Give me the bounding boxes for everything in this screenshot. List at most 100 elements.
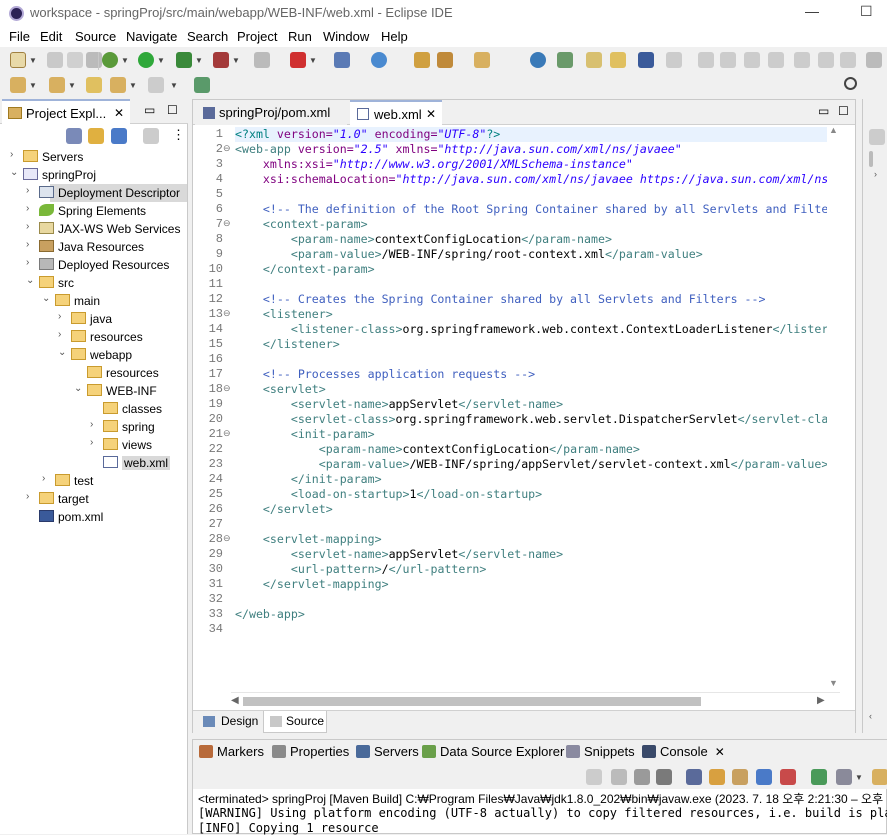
resume-icon[interactable] — [698, 52, 714, 68]
close-icon[interactable]: ✕ — [114, 106, 124, 120]
tab-source[interactable]: Source — [263, 711, 327, 733]
chevron-right-icon[interactable]: › — [26, 239, 29, 250]
maximize-button[interactable]: ☐ — [860, 3, 873, 20]
chevron-down-icon[interactable]: ▼ — [855, 773, 863, 782]
menu-help[interactable]: Help — [381, 29, 408, 44]
next-annotation-icon[interactable] — [10, 77, 26, 93]
last-edit-icon[interactable] — [86, 77, 102, 93]
tab-servers[interactable]: Servers — [356, 744, 419, 759]
tree-item[interactable]: › Deployment Descriptor — [26, 184, 187, 202]
suspend-icon[interactable] — [720, 52, 736, 68]
chevron-right-icon[interactable]: › — [58, 329, 61, 340]
tree-item[interactable]: resources — [0, 364, 187, 382]
terminate-icon[interactable] — [611, 769, 627, 785]
link-editor-icon[interactable] — [88, 128, 104, 144]
pin-console-icon[interactable] — [811, 769, 827, 785]
step-return-icon[interactable] — [840, 52, 856, 68]
scroll-right-icon[interactable]: ▶ — [817, 695, 825, 706]
disconnect-icon[interactable] — [768, 52, 784, 68]
tree-item[interactable]: ⌄ springProj — [0, 166, 187, 184]
globe-icon[interactable] — [530, 52, 546, 68]
horizontal-scrollbar[interactable]: ◀ ▶ — [231, 692, 840, 709]
menu-source[interactable]: Source — [75, 29, 116, 44]
tree-item[interactable]: ⌄ src — [0, 274, 187, 292]
save-all-icon[interactable] — [67, 52, 83, 68]
tree-item[interactable]: ⌄ webapp — [0, 346, 187, 364]
fold-icon[interactable]: ⊖ — [223, 218, 231, 229]
chevron-down-icon[interactable]: ⌄ — [58, 347, 66, 358]
chevron-down-icon[interactable]: ▼ — [29, 81, 37, 90]
display-console-icon[interactable] — [836, 769, 852, 785]
toggle-editor-icon[interactable] — [638, 52, 654, 68]
tab-web-xml[interactable]: web.xml ✕ — [350, 100, 442, 125]
tree-item[interactable]: › target — [0, 490, 187, 508]
chevron-right-icon[interactable]: › — [90, 437, 93, 448]
tab-data-source-explorer[interactable]: Data Source Explorer — [422, 744, 564, 759]
open-type-icon[interactable] — [414, 52, 430, 68]
scroll-up-icon[interactable]: ▲ — [829, 125, 838, 135]
chevron-right-icon[interactable]: › — [26, 221, 29, 232]
code-area[interactable]: 1 2 ⊖ 3 4 5 6 7 ⊖ 8 9 10 11 12 13 ⊖ 14 15 16 17 18 ⊖ 19 20 21 ⊖ 22… — [193, 125, 840, 692]
fold-icon[interactable]: ⊖ — [223, 143, 231, 154]
open-console-icon[interactable] — [872, 769, 887, 785]
new-project-icon[interactable] — [334, 52, 350, 68]
show-stderr-icon[interactable] — [780, 769, 796, 785]
tree-item[interactable]: ⌄ main — [0, 292, 187, 310]
chevron-right-icon[interactable]: › — [42, 473, 45, 484]
maximize-editor-icon[interactable]: ☐ — [838, 104, 849, 118]
chevron-down-icon[interactable]: ▼ — [129, 81, 137, 90]
remove-launch-icon[interactable] — [634, 769, 650, 785]
tab-snippets[interactable]: Snippets — [566, 744, 635, 759]
forward-icon[interactable] — [148, 77, 164, 93]
fold-icon[interactable]: ⊖ — [223, 428, 231, 439]
scrollbar-thumb[interactable] — [243, 697, 701, 706]
tree-item[interactable]: › Servers — [0, 148, 187, 166]
chevron-right-icon[interactable]: › — [26, 185, 29, 196]
step-over-icon[interactable] — [818, 52, 834, 68]
menu-window[interactable]: Window — [323, 29, 369, 44]
view-icon[interactable] — [143, 128, 159, 144]
minimize-view-icon[interactable]: ▭ — [144, 103, 155, 117]
tree-item[interactable]: classes — [0, 400, 187, 418]
chevron-right-icon[interactable]: › — [26, 491, 29, 502]
tree-item[interactable]: › spring — [0, 418, 187, 436]
tree-item[interactable]: › Java Resources — [0, 238, 187, 256]
new-class-icon[interactable] — [371, 52, 387, 68]
vertical-scrollbar[interactable]: ▲ ▼ — [827, 125, 840, 692]
relaunch-icon[interactable] — [586, 769, 602, 785]
chevron-right-icon[interactable]: › — [874, 169, 877, 179]
tree-item[interactable]: pom.xml — [0, 508, 187, 526]
view-menu-icon[interactable]: ⋮ — [172, 127, 185, 143]
prev-annotation-icon[interactable] — [49, 77, 65, 93]
tree-item[interactable]: › java — [0, 310, 187, 328]
collapse-all-icon[interactable] — [66, 128, 82, 144]
close-icon[interactable]: ✕ — [715, 745, 725, 759]
terminate-icon[interactable] — [744, 52, 760, 68]
tree-item[interactable]: › resources — [0, 328, 187, 346]
chevron-left-icon[interactable]: ‹ — [869, 711, 872, 721]
clear-console-icon[interactable] — [686, 769, 702, 785]
tree-item[interactable]: web.xml — [0, 454, 187, 472]
task-icon[interactable] — [610, 52, 626, 68]
stop-icon[interactable] — [254, 52, 270, 68]
fold-icon[interactable]: ⊖ — [223, 383, 231, 394]
scroll-left-icon[interactable]: ◀ — [231, 695, 239, 706]
tab-properties[interactable]: Properties — [272, 744, 349, 759]
tree-item[interactable]: › test — [0, 472, 187, 490]
chevron-down-icon[interactable]: ⌄ — [42, 293, 50, 304]
chevron-right-icon[interactable]: › — [90, 419, 93, 430]
search-icon[interactable] — [557, 52, 573, 68]
search-icon[interactable] — [844, 77, 857, 90]
chevron-right-icon[interactable]: › — [58, 311, 61, 322]
chevron-down-icon[interactable]: ▼ — [170, 81, 178, 90]
tab-design[interactable]: Design — [197, 711, 258, 733]
fold-icon[interactable]: ⊖ — [223, 533, 231, 544]
chevron-down-icon[interactable]: ▼ — [157, 56, 165, 65]
server-icon[interactable] — [290, 52, 306, 68]
maximize-view-icon[interactable]: ☐ — [167, 103, 178, 117]
run-external-icon[interactable] — [176, 52, 192, 68]
spring-icon[interactable] — [437, 52, 453, 68]
menu-navigate[interactable]: Navigate — [126, 29, 177, 44]
tab-markers[interactable]: Markers — [199, 744, 264, 759]
more-icon[interactable] — [866, 52, 882, 68]
